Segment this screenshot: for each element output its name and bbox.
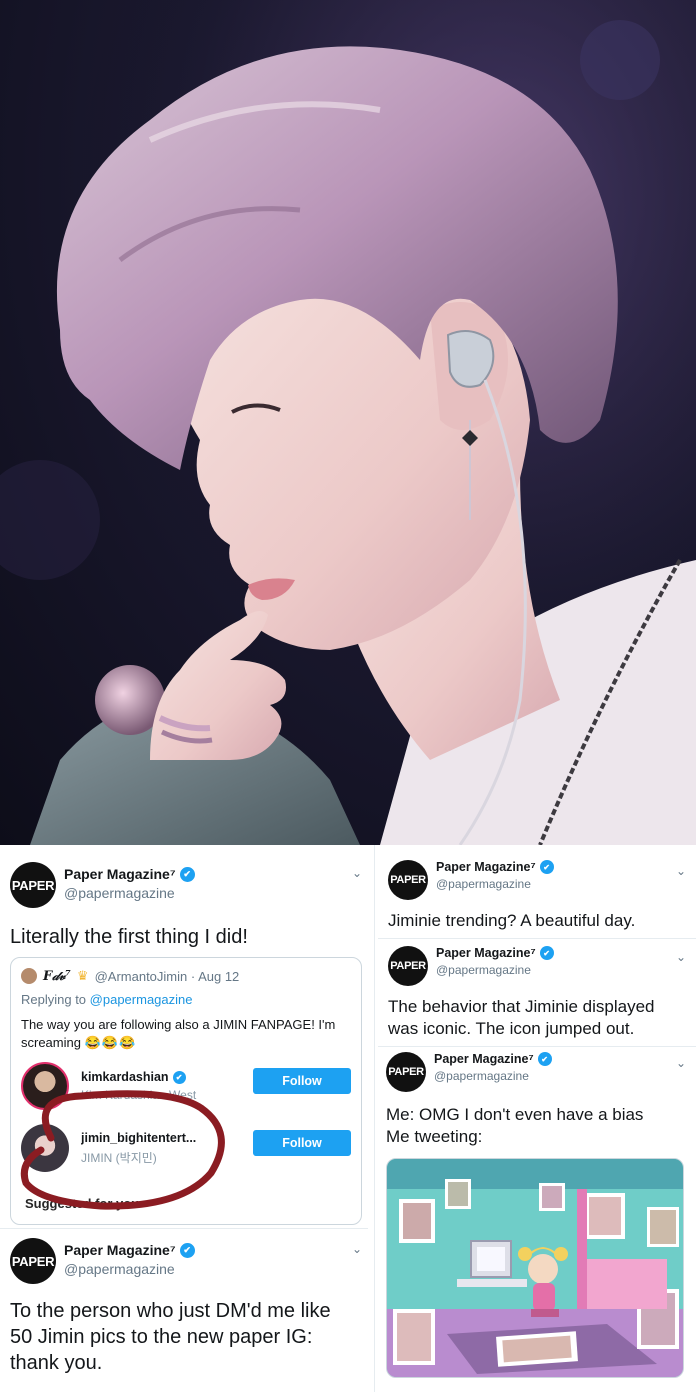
display-name-text[interactable]: Paper Magazine⁷: [434, 1052, 534, 1066]
display-name-text[interactable]: Paper Magazine⁷: [436, 860, 536, 874]
suggestion-username[interactable]: jimin_bighitentert...: [81, 1131, 241, 1145]
display-name[interactable]: Paper Magazine⁷ ✔: [436, 860, 554, 874]
suggestion-avatar[interactable]: [21, 1124, 69, 1172]
portrait-illustration: [0, 0, 696, 845]
quoted-name[interactable]: F𝒹𝓋⁷: [43, 969, 71, 984]
handle[interactable]: @papermagazine: [436, 963, 554, 977]
suggestion-row: jimin_bighitentert... JIMIN (박지민) Follow: [21, 1124, 351, 1172]
avatar[interactable]: PAPER: [386, 1052, 426, 1092]
suggestion-username[interactable]: kimkardashian ✔: [81, 1070, 241, 1084]
suggestion-username-text[interactable]: kimkardashian: [81, 1070, 169, 1084]
tweet-header: PAPER Paper Magazine⁷ ✔ @papermagazine ⌄: [388, 946, 686, 986]
tweet-text: Jiminie trending? A beautiful day.: [388, 911, 636, 930]
cartoon-bedroom-illustration: [387, 1159, 683, 1377]
tweet-header: PAPER Paper Magazine⁷ ✔ @papermagazine ⌄: [10, 862, 362, 908]
avatar[interactable]: PAPER: [10, 1238, 56, 1284]
divider: [378, 1046, 696, 1047]
quoted-tweet-header: F𝒹𝓋⁷ ♛ @ArmantoJimin · Aug 12: [21, 968, 239, 984]
handle[interactable]: @papermagazine: [64, 1261, 195, 1277]
suggestion-fullname: Kim Kardashian West: [81, 1088, 197, 1102]
verified-icon: ✔: [179, 866, 195, 882]
hero-photo: [0, 0, 696, 845]
quoted-handle-date[interactable]: @ArmantoJimin · Aug 12: [95, 969, 240, 984]
verified-icon: ✔: [537, 1052, 552, 1066]
handle[interactable]: @papermagazine: [434, 1069, 552, 1083]
suggested-for-you-label: Suggested for you: [25, 1196, 140, 1211]
chevron-down-icon[interactable]: ⌄: [676, 1056, 686, 1070]
suggestion-row: kimkardashian ✔ Kim Kardashian West Foll…: [21, 1062, 351, 1110]
tweet-text-line: Me: OMG I don't even have a bias: [386, 1105, 644, 1124]
chevron-down-icon[interactable]: ⌄: [352, 866, 362, 880]
tweet-text: To the person who just DM'd me like 50 J…: [10, 1300, 331, 1374]
tweet-text: The behavior that Jiminie displayed was …: [388, 997, 655, 1039]
quoted-text: The way you are following also a JIMIN F…: [21, 1016, 356, 1052]
handle[interactable]: @papermagazine: [64, 885, 195, 901]
follow-button[interactable]: Follow: [253, 1068, 351, 1094]
column-divider: [374, 845, 375, 1392]
quoted-avatar[interactable]: [21, 968, 37, 984]
tweet-header: PAPER Paper Magazine⁷ ✔ @papermagazine ⌄: [388, 860, 686, 900]
display-name-text[interactable]: Paper Magazine⁷: [64, 1242, 176, 1258]
display-name[interactable]: Paper Magazine⁷ ✔: [434, 1052, 552, 1066]
tweet-right-3[interactable]: PAPER Paper Magazine⁷ ✔ @papermagazine ⌄…: [386, 1052, 686, 1156]
tweet-text: Literally the first thing I did!: [10, 926, 248, 948]
tweet-media-image[interactable]: [386, 1158, 684, 1378]
divider: [0, 1228, 368, 1229]
verified-icon: ✔: [172, 1070, 186, 1084]
tweet-right-1[interactable]: PAPER Paper Magazine⁷ ✔ @papermagazine ⌄…: [388, 860, 686, 940]
display-name-text[interactable]: Paper Magazine⁷: [64, 866, 176, 882]
verified-icon: ✔: [539, 946, 554, 960]
verified-icon: ✔: [179, 1242, 195, 1258]
tweet-header: PAPER Paper Magazine⁷ ✔ @papermagazine ⌄: [386, 1052, 686, 1092]
handle[interactable]: @papermagazine: [436, 877, 554, 891]
quoted-tweet[interactable]: F𝒹𝓋⁷ ♛ @ArmantoJimin · Aug 12 Replying t…: [10, 957, 362, 1225]
tweet-header: PAPER Paper Magazine⁷ ✔ @papermagazine ⌄: [10, 1238, 362, 1284]
tweet-left-top[interactable]: PAPER Paper Magazine⁷ ✔ @papermagazine ⌄…: [10, 862, 362, 950]
tweet-text: Me: OMG I don't even have a bias Me twee…: [386, 1104, 684, 1148]
chevron-down-icon[interactable]: ⌄: [676, 950, 686, 964]
display-name[interactable]: Paper Magazine⁷ ✔: [436, 946, 554, 960]
display-name-text[interactable]: Paper Magazine⁷: [436, 946, 536, 960]
laugh-emoji-icon: 😂😂😂: [84, 1035, 137, 1051]
divider: [378, 938, 696, 939]
verified-icon: ✔: [539, 860, 554, 874]
replying-to: Replying to @papermagazine: [21, 992, 193, 1007]
display-name[interactable]: Paper Magazine⁷ ✔: [64, 1242, 195, 1258]
chevron-down-icon[interactable]: ⌄: [676, 864, 686, 878]
tweet-text-line: Me tweeting:: [386, 1127, 483, 1147]
crown-emoji-icon: ♛: [76, 968, 89, 983]
display-name[interactable]: Paper Magazine⁷ ✔: [64, 866, 195, 882]
suggestion-fullname: JIMIN (박지민): [81, 1150, 157, 1165]
tweet-left-bottom[interactable]: PAPER Paper Magazine⁷ ✔ @papermagazine ⌄…: [10, 1238, 362, 1388]
avatar[interactable]: PAPER: [388, 860, 428, 900]
replying-mention[interactable]: @papermagazine: [90, 992, 193, 1007]
follow-button[interactable]: Follow: [253, 1130, 351, 1156]
quoted-text-body: The way you are following also a JIMIN F…: [21, 1017, 336, 1051]
avatar[interactable]: PAPER: [10, 862, 56, 908]
avatar[interactable]: PAPER: [388, 946, 428, 986]
tweet-right-2[interactable]: PAPER Paper Magazine⁷ ✔ @papermagazine ⌄…: [388, 946, 686, 1046]
chevron-down-icon[interactable]: ⌄: [352, 1242, 362, 1256]
replying-label: Replying to: [21, 992, 87, 1007]
suggestion-avatar[interactable]: [21, 1062, 69, 1110]
